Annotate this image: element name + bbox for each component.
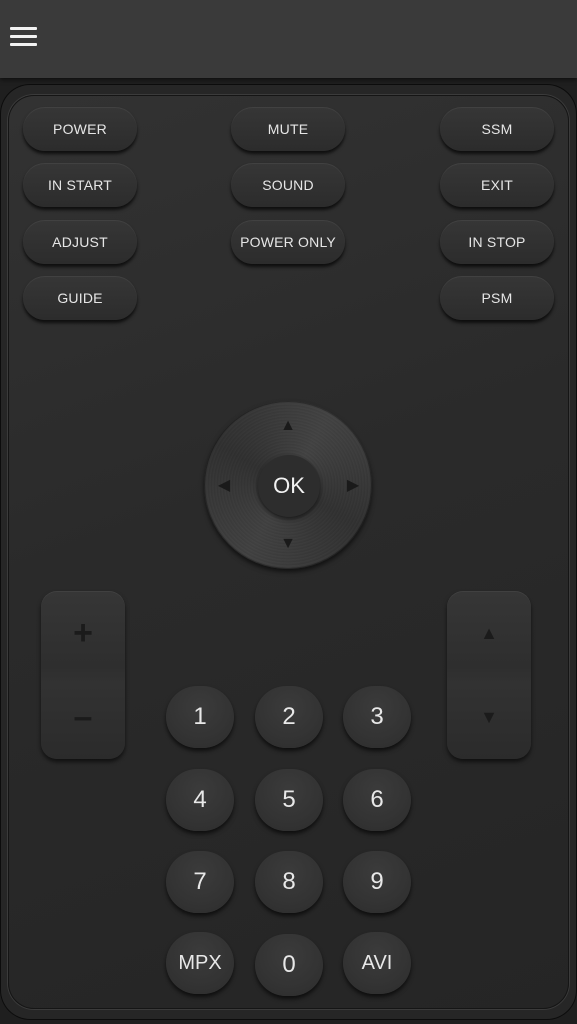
adjust-button[interactable]: ADJUST xyxy=(23,220,137,264)
volume-up-button[interactable]: + xyxy=(41,591,125,675)
volume-rocker: + – xyxy=(41,591,125,759)
dpad-up-icon[interactable]: ▲ xyxy=(276,414,300,438)
key-7-button[interactable]: 7 xyxy=(166,851,234,913)
power-only-button[interactable]: POWER ONLY xyxy=(231,220,345,264)
sound-button[interactable]: SOUND xyxy=(231,163,345,207)
key-8-button[interactable]: 8 xyxy=(255,851,323,913)
dpad-right-icon[interactable]: ▶ xyxy=(341,474,365,498)
plus-icon: + xyxy=(73,613,93,652)
in-stop-button[interactable]: IN STOP xyxy=(440,220,554,264)
menu-line xyxy=(10,43,37,46)
mute-button[interactable]: MUTE xyxy=(231,107,345,151)
channel-down-icon: ▼ xyxy=(480,706,498,727)
top-app-bar xyxy=(0,0,577,78)
guide-button[interactable]: GUIDE xyxy=(23,276,137,320)
in-start-button[interactable]: IN START xyxy=(23,163,137,207)
hamburger-menu-icon[interactable] xyxy=(6,20,42,56)
minus-icon: – xyxy=(73,697,93,736)
avi-button[interactable]: AVI xyxy=(343,932,411,994)
channel-up-button[interactable]: ▲ xyxy=(447,591,531,675)
power-button[interactable]: POWER xyxy=(23,107,137,151)
key-0-button[interactable]: 0 xyxy=(255,934,323,996)
key-2-button[interactable]: 2 xyxy=(255,686,323,748)
remote-app: POWER MUTE SSM IN START SOUND EXIT ADJUS… xyxy=(0,0,577,1024)
key-5-button[interactable]: 5 xyxy=(255,769,323,831)
channel-down-button[interactable]: ▼ xyxy=(447,675,531,759)
dpad-down-icon[interactable]: ▼ xyxy=(276,532,300,556)
key-9-button[interactable]: 9 xyxy=(343,851,411,913)
menu-line xyxy=(10,35,37,38)
channel-rocker: ▲ ▼ xyxy=(447,591,531,759)
psm-button[interactable]: PSM xyxy=(440,276,554,320)
menu-line xyxy=(10,27,37,30)
key-3-button[interactable]: 3 xyxy=(343,686,411,748)
ok-button[interactable]: OK xyxy=(258,455,320,517)
volume-down-button[interactable]: – xyxy=(41,675,125,759)
ssm-button[interactable]: SSM xyxy=(440,107,554,151)
key-1-button[interactable]: 1 xyxy=(166,686,234,748)
channel-up-icon: ▲ xyxy=(480,622,498,643)
key-6-button[interactable]: 6 xyxy=(343,769,411,831)
mpx-button[interactable]: MPX xyxy=(166,932,234,994)
key-4-button[interactable]: 4 xyxy=(166,769,234,831)
exit-button[interactable]: EXIT xyxy=(440,163,554,207)
dpad-left-icon[interactable]: ◀ xyxy=(212,474,236,498)
